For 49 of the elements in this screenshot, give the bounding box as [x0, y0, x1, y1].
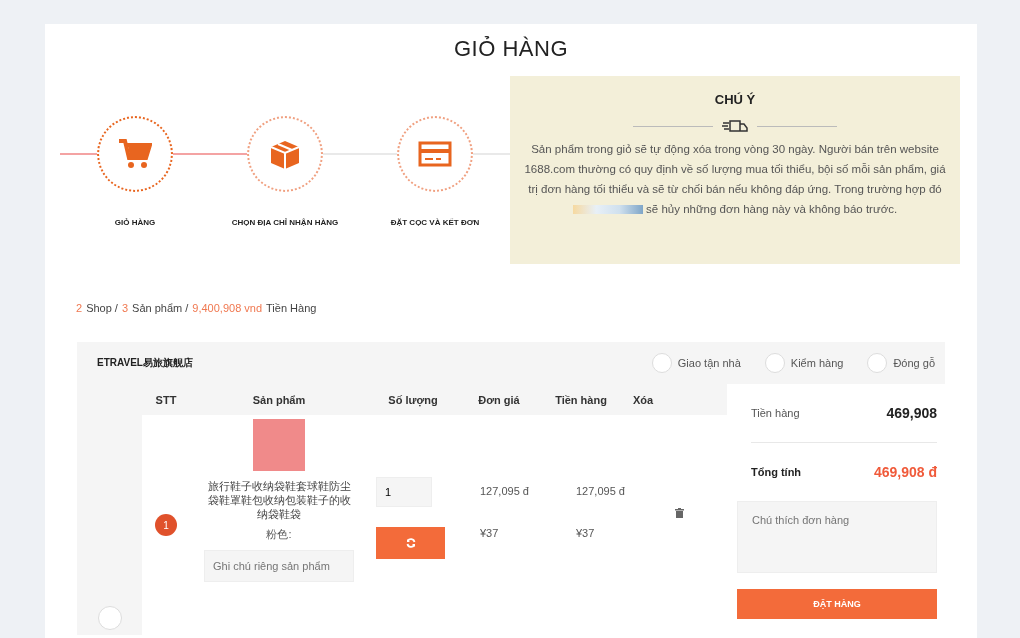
row-number-badge: 1	[155, 514, 177, 536]
product-note-field[interactable]: Ghi chú riêng sản phẩm	[204, 550, 354, 582]
step-label: CHỌN ĐỊA CHỈ NHẬN HÀNG	[231, 218, 339, 227]
photo-placeholder	[253, 419, 305, 471]
column-header: Tiền hàng	[554, 393, 608, 406]
column-header: Xóa	[631, 393, 655, 406]
refresh-button[interactable]	[376, 527, 445, 559]
shop-name: ETRAVEL易旅旗舰店	[97, 356, 193, 370]
order-note-field[interactable]: Chú thích đơn hàng	[737, 501, 937, 573]
option-radio[interactable]	[764, 353, 785, 373]
trash-icon[interactable]	[674, 508, 684, 518]
line-total-vnd: 127,095 đ	[576, 485, 626, 497]
total-value: 469,908 đ	[873, 464, 937, 480]
summary-text: Sản phẩm /	[132, 302, 189, 314]
unit-price-vnd: 127,095 đ	[480, 485, 530, 497]
option-label: Giao tận nhà	[677, 357, 741, 369]
column-header: Đơn giá	[477, 393, 521, 406]
cart-icon	[118, 138, 152, 170]
column-header: STT	[154, 393, 178, 406]
option-radio[interactable]	[867, 353, 888, 373]
column-header: Sản phẩm	[251, 393, 307, 406]
line-total-cny: ¥37	[576, 527, 596, 539]
quantity-field[interactable]: 1	[376, 477, 432, 507]
summary-text: Shop /	[86, 302, 118, 314]
step-label: GIỎ HÀNG	[114, 218, 156, 227]
shop-select-radio[interactable]	[97, 606, 122, 630]
product-name: 旅行鞋子收纳袋鞋套球鞋防尘袋鞋罩鞋包收纳包装鞋子的收纳袋鞋袋	[206, 479, 352, 521]
step-label: ĐẶT CỌC VÀ KẾT ĐƠN	[390, 218, 480, 227]
summary-text: Tiền Hàng	[266, 302, 317, 314]
option-label: Đóng gỗ	[893, 357, 935, 369]
notice-title: CHÚ Ý	[714, 92, 756, 107]
product-variant: 粉色:	[266, 527, 292, 542]
summary-text: 2	[76, 302, 83, 314]
column-header: Số lượng	[387, 393, 439, 406]
notice-text: Sản phẩm trong giỏ sẽ tự động xóa trong vòng 30 ngày. Người bán trên website 1688.com thường có quy định về số lượng mua tối thiểu, bội số mỗi sản phẩm, giá trị đơn hàng tối thiểu và sẽ từ chối bán nếu không đáp ứng. Trong trường hợp đó sẽ hủy những đơn hàng này và không báo trước.	[523, 142, 947, 217]
total-label: Tổng tính	[751, 466, 802, 478]
subtotal-value: 469,908	[886, 405, 937, 421]
summary-text: 9,400,908 vnd	[192, 302, 263, 314]
page-title: GIỎ HÀNG	[453, 36, 569, 62]
refresh-icon	[405, 538, 416, 548]
summary-text: 3	[121, 302, 129, 314]
delivery-truck-icon	[721, 119, 749, 133]
subtotal-label: Tiền hàng	[751, 407, 800, 419]
unit-price-cny: ¥37	[480, 527, 500, 539]
credit-card-icon	[418, 141, 452, 167]
blurred-block	[572, 205, 643, 215]
box-icon	[268, 138, 302, 170]
option-label: Kiểm hàng	[790, 357, 844, 369]
option-radio[interactable]	[651, 353, 672, 373]
